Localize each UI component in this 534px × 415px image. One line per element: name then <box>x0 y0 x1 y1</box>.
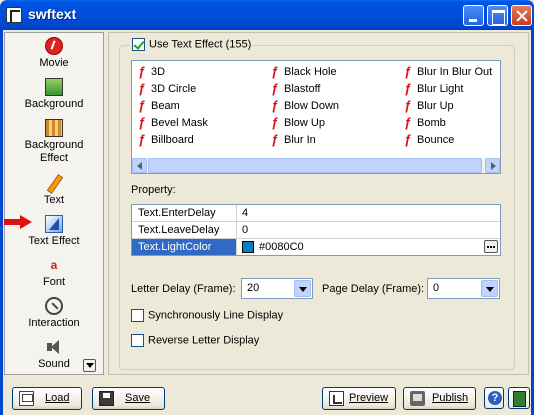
load-label: Load <box>45 392 70 404</box>
sidebar-item-label: Interaction <box>28 317 80 329</box>
sidebar-scroll-down-button[interactable] <box>83 359 96 372</box>
font-icon: a <box>50 258 58 272</box>
maximize-button[interactable] <box>487 5 508 26</box>
page-delay-combo[interactable]: 0 <box>427 278 500 299</box>
property-name: Text.EnterDelay <box>132 205 237 221</box>
property-value[interactable]: 4 <box>242 205 248 221</box>
app-icon <box>6 7 22 23</box>
effect-item-bevel-mask[interactable]: Bevel Mask <box>134 115 208 131</box>
preview-icon <box>329 391 344 406</box>
background-icon <box>45 78 63 96</box>
effect-item-black-hole[interactable]: Black Hole <box>267 64 337 80</box>
sidebar-item-label: Background Effect <box>24 139 84 164</box>
scroll-right-button[interactable] <box>485 158 500 173</box>
scrollbar-thumb[interactable] <box>148 158 482 173</box>
effect-list-horizontal-scrollbar[interactable] <box>132 158 500 173</box>
effect-item-blur-in-blur-out[interactable]: Blur In Blur Out <box>400 64 492 80</box>
property-row-light-color[interactable]: Text.LightColor #0080C0 <box>132 239 500 256</box>
window-title: swftext <box>28 6 77 22</box>
page-delay-label: Page Delay (Frame): <box>322 283 425 295</box>
property-name: Text.LeaveDelay <box>132 222 237 238</box>
sound-icon <box>45 338 63 356</box>
sidebar-item-label: Background <box>24 98 84 110</box>
sidebar-item-movie[interactable]: Movie <box>5 37 103 69</box>
effect-item-blastoff[interactable]: Blastoff <box>267 81 321 97</box>
sidebar: Movie Background Background Effect Text … <box>4 32 104 375</box>
effect-item-blur-light[interactable]: Blur Light <box>400 81 463 97</box>
property-grid[interactable]: Text.EnterDelay 4 Text.LeaveDelay 0 Text… <box>131 204 501 256</box>
color-swatch <box>242 241 254 254</box>
sidebar-item-font[interactable]: a Font <box>5 256 103 288</box>
folder-open-icon <box>19 391 34 406</box>
exit-button[interactable] <box>508 387 530 409</box>
color-picker-button[interactable] <box>484 240 498 253</box>
preview-label: Preview <box>349 392 389 404</box>
property-value[interactable]: #0080C0 <box>242 239 304 255</box>
checkbox-checked-icon <box>132 38 145 51</box>
property-name: Text.LightColor <box>132 239 237 255</box>
effect-item-3d[interactable]: 3D <box>134 64 165 80</box>
title-bar: swftext <box>0 0 534 30</box>
load-button[interactable]: Load <box>12 387 82 410</box>
effect-item-blow-down[interactable]: Blow Down <box>267 98 339 114</box>
letter-delay-value: 20 <box>247 282 260 294</box>
reverse-letter-display-label: Reverse Letter Display <box>148 334 260 347</box>
letter-delay-combo[interactable]: 20 <box>241 278 313 299</box>
sidebar-item-label: Font <box>42 276 65 288</box>
sidebar-item-interaction[interactable]: Interaction <box>5 297 103 329</box>
text-pencil-icon <box>45 174 63 192</box>
effect-item-bomb[interactable]: Bomb <box>400 115 446 131</box>
checkbox-icon <box>131 334 144 347</box>
sync-line-display-checkbox[interactable]: Synchronously Line Display <box>131 309 283 322</box>
selected-arrow-icon <box>4 215 34 229</box>
reverse-letter-display-checkbox[interactable]: Reverse Letter Display <box>131 334 259 347</box>
publish-icon <box>410 391 425 406</box>
letter-delay-label: Letter Delay (Frame): <box>131 283 236 295</box>
text-effect-icon <box>45 215 63 233</box>
effect-item-3d-circle[interactable]: 3D Circle <box>134 81 196 97</box>
color-value: #0080C0 <box>259 241 304 253</box>
minimize-button[interactable] <box>463 5 484 26</box>
chevron-down-icon[interactable] <box>294 280 311 297</box>
scroll-left-button[interactable] <box>132 158 147 173</box>
preview-button[interactable]: Preview <box>322 387 396 410</box>
window-frame-left <box>0 30 3 415</box>
effect-item-bounce[interactable]: Bounce <box>400 132 454 148</box>
help-button[interactable] <box>484 387 504 409</box>
publish-label: Publish <box>432 392 469 404</box>
effect-item-billboard[interactable]: Billboard <box>134 132 194 148</box>
sidebar-item-background[interactable]: Background <box>5 78 103 110</box>
sidebar-item-label: Text <box>43 194 65 206</box>
effect-list[interactable]: 3D Black Hole Blur In Blur Out 3D Circle… <box>131 60 501 174</box>
effect-item-beam[interactable]: Beam <box>134 98 180 114</box>
effect-item-blur-in[interactable]: Blur In <box>267 132 316 148</box>
sidebar-item-background-effect[interactable]: Background Effect <box>5 119 103 165</box>
sidebar-item-label: Text Effect <box>28 235 80 247</box>
property-row-leave-delay[interactable]: Text.LeaveDelay 0 <box>132 222 500 239</box>
use-text-effect-label: Use Text Effect (155) <box>149 38 252 51</box>
chevron-down-icon[interactable] <box>481 280 498 297</box>
floppy-disk-icon <box>99 391 114 406</box>
effect-item-blur-up[interactable]: Blur Up <box>400 98 454 114</box>
movie-icon <box>45 37 63 55</box>
property-label: Property: <box>131 184 176 196</box>
page-delay-value: 0 <box>433 282 440 294</box>
sidebar-item-text[interactable]: Text <box>5 174 103 206</box>
property-value[interactable]: 0 <box>242 222 248 238</box>
sync-line-display-label: Synchronously Line Display <box>148 309 284 322</box>
close-button[interactable] <box>511 5 532 26</box>
background-effect-icon <box>45 119 63 137</box>
property-row-enter-delay[interactable]: Text.EnterDelay 4 <box>132 205 500 222</box>
save-label: Save <box>125 392 151 404</box>
sidebar-item-label: Movie <box>39 57 69 69</box>
effect-item-blow-up[interactable]: Blow Up <box>267 115 325 131</box>
interaction-icon <box>45 297 63 315</box>
save-button[interactable]: Save <box>92 387 165 410</box>
publish-button[interactable]: Publish <box>403 387 476 410</box>
use-text-effect-checkbox[interactable]: Use Text Effect (155) <box>130 38 254 51</box>
sidebar-item-label: Sound <box>38 358 70 370</box>
checkbox-icon <box>131 309 144 322</box>
